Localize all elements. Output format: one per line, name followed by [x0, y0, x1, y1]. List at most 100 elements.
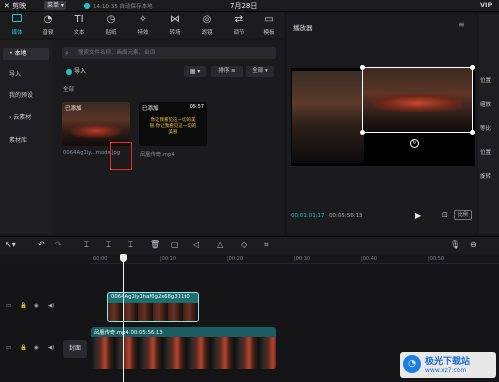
effects-icon: ✧: [138, 14, 148, 25]
added-badge: 已添加: [142, 106, 159, 112]
tab-template[interactable]: ▭ 模板: [254, 14, 284, 36]
track-lock-icon[interactable]: 🔒: [20, 345, 27, 351]
thumbnail-image: [70, 124, 122, 138]
status-dot-icon: [84, 3, 90, 9]
current-time: 00:01:01:17: [291, 213, 325, 219]
autosave-status: 14:10:35 自动保存本地: [84, 2, 152, 10]
audio-icon: ◔: [43, 14, 53, 25]
sidebar-item-local[interactable]: • 本地: [3, 48, 49, 60]
duration-label: 05:57: [189, 104, 204, 110]
track-visibility-icon[interactable]: ◉: [34, 303, 39, 309]
timeline-toolbar: [0, 236, 499, 254]
sidebar-item-cloud[interactable]: › 云素材: [3, 112, 49, 124]
track-mute-icon[interactable]: ◀): [48, 345, 54, 351]
playhead-handle[interactable]: [120, 254, 127, 262]
crop-icon[interactable]: ⌗: [264, 240, 269, 250]
fit-screen-icon[interactable]: ⊡: [442, 211, 448, 219]
tab-filter[interactable]: ◎ 滤镜: [192, 14, 222, 36]
title-bar: ✕ 剪映 菜单 ▾ 14:10:35 自动保存本地 7月28日 VIP: [0, 0, 499, 12]
template-icon: ▭: [264, 14, 274, 25]
tab-label: 调节: [233, 30, 245, 36]
microphone-icon[interactable]: 🎙: [450, 240, 460, 249]
import-button[interactable]: 导入: [74, 66, 100, 78]
watermark-logo-icon: ◔: [403, 355, 421, 373]
playhead[interactable]: [123, 254, 124, 382]
media-card-image[interactable]: 已添加: [62, 102, 130, 146]
tab-adjust[interactable]: ⇄ 调节: [224, 14, 254, 36]
adjust-icon: ⇄: [234, 14, 244, 25]
split-icon[interactable]: ⌶: [84, 240, 89, 250]
media-card-filename: 凤凰传奇.mp4: [140, 152, 175, 158]
sidebar-item-import[interactable]: 导入: [3, 69, 49, 81]
sort-button[interactable]: 排序 ≡: [211, 66, 243, 77]
tab-label: 贴纸: [105, 30, 117, 36]
ruler-tick: |00:10: [160, 256, 177, 262]
mirror-icon[interactable]: △: [217, 240, 223, 249]
preview-overlay-image[interactable]: [360, 65, 475, 135]
added-badge: 已添加: [65, 106, 82, 112]
play-icon[interactable]: ▶: [415, 211, 421, 220]
zoom-fit-icon[interactable]: ⊖: [470, 240, 477, 249]
tab-label: 媒体: [11, 30, 23, 36]
watermark-name: 极光下载站: [425, 357, 471, 367]
highlight-box: [110, 142, 132, 170]
rotate-handle-icon[interactable]: ↻: [410, 139, 419, 148]
media-card-video[interactable]: 已添加 05:57 你让我看见这一切的美丽 你让我看见这一切的美丽: [139, 102, 207, 146]
sidebar-item-presets[interactable]: 我的预设: [3, 90, 49, 102]
section-label: 全部: [63, 87, 75, 93]
view-toggle-icon[interactable]: ▦ ▾: [184, 66, 206, 77]
site-watermark: ◔ 极光下载站 www.xz7.com: [400, 352, 496, 378]
reverse-icon[interactable]: ◁: [193, 240, 199, 249]
split-right-icon[interactable]: ⌶: [128, 240, 133, 250]
vip-badge[interactable]: VIP: [480, 1, 492, 9]
track-preview-icon[interactable]: ▭: [6, 303, 11, 309]
app-logo: ✕ 剪映: [4, 2, 27, 10]
tab-label: 文本: [73, 30, 85, 36]
overlay-image-content: [373, 94, 463, 112]
ruler-tick: |00:30: [294, 256, 311, 262]
ruler-tick: |00:20: [227, 256, 244, 262]
cover-button[interactable]: 封面: [63, 340, 87, 358]
tab-sticker[interactable]: ◷ 贴纸: [96, 14, 126, 36]
select-tool-icon[interactable]: ↖▾: [5, 240, 16, 249]
properties-panel: 位置 缩放 等比 位置 旋转: [478, 14, 499, 234]
menu-button[interactable]: 菜单 ▾: [44, 1, 66, 10]
prop-position-label: 位置: [480, 78, 492, 84]
resize-handle[interactable]: [360, 65, 365, 70]
clip-thumbnails: [91, 337, 276, 369]
resize-handle[interactable]: [470, 65, 475, 70]
player-menu-icon[interactable]: ≡: [458, 20, 465, 29]
transition-icon: ⋈: [170, 14, 180, 25]
overlay-image-clip[interactable]: 0064Ag1ly1haf0g2s68g311t0: [107, 292, 199, 322]
split-left-icon[interactable]: ⌶: [106, 240, 111, 250]
ratio-button[interactable]: 比例: [454, 210, 472, 220]
tab-media[interactable]: 媒体: [2, 14, 32, 36]
resize-handle[interactable]: [360, 130, 365, 135]
freeze-icon[interactable]: ▢: [171, 240, 179, 249]
total-time: 00:05:56:13: [329, 213, 363, 219]
prop-position2-label: 位置: [480, 150, 492, 156]
tab-effects[interactable]: ✧ 特效: [128, 14, 158, 36]
delete-icon[interactable]: 🗑: [150, 240, 160, 249]
tab-audio[interactable]: ◔ 音频: [33, 14, 63, 36]
tab-text[interactable]: TI 文本: [64, 14, 94, 36]
redo-icon[interactable]: ↷: [55, 240, 62, 249]
resize-handle[interactable]: [470, 130, 475, 135]
import-plus-icon[interactable]: [66, 69, 72, 75]
sidebar-item-library[interactable]: 素材库: [3, 135, 49, 147]
ruler-tick: |00:40: [361, 256, 378, 262]
prop-rotate-label: 旋转: [480, 174, 492, 180]
tab-label: 转场: [169, 30, 181, 36]
main-video-clip[interactable]: 凤凰传奇.mp4 00:05:56:13: [91, 327, 276, 369]
track-preview-icon[interactable]: ▭: [6, 345, 11, 351]
menu-label: 菜单: [47, 2, 60, 9]
track-visibility-icon[interactable]: ◉: [34, 345, 39, 351]
undo-icon[interactable]: ↶: [38, 240, 45, 249]
search-input[interactable]: [62, 47, 276, 59]
rotate-icon[interactable]: ◇: [241, 240, 247, 249]
tab-transition[interactable]: ⋈ 转场: [160, 14, 190, 36]
track-mute-icon[interactable]: ◀): [48, 303, 54, 309]
media-sidebar: • 本地 导入 我的预设 › 云素材 素材库: [0, 40, 52, 234]
track-lock-icon[interactable]: 🔒: [20, 303, 27, 309]
filter-all-button[interactable]: 全部 ▾: [246, 66, 274, 77]
